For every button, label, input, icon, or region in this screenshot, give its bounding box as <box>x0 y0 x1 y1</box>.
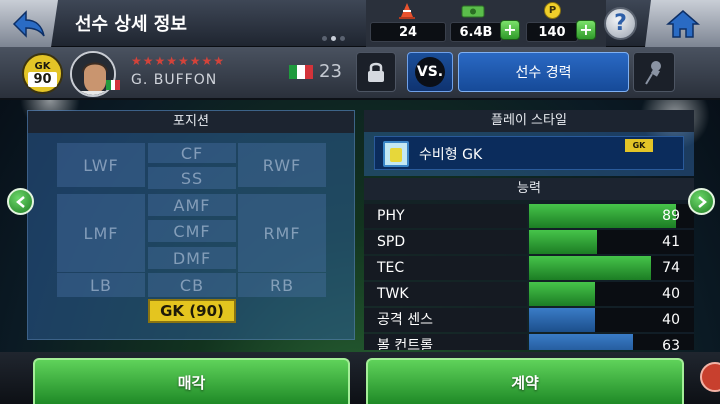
stat-row: TEC 74 <box>364 256 694 280</box>
next-player-button[interactable] <box>688 188 715 215</box>
stat-bar-fill <box>529 256 651 280</box>
career-button[interactable]: 선수 경력 <box>458 52 629 92</box>
stat-bar-fill <box>529 230 597 254</box>
stat-row: PHY 89 <box>364 204 694 228</box>
stat-value: 63 <box>662 338 680 350</box>
lock-icon <box>368 62 384 82</box>
position-ss[interactable]: SS <box>148 167 236 189</box>
stat-bar-fill <box>529 334 633 350</box>
points-count: 140 <box>526 22 578 42</box>
cone-count: 24 <box>370 22 446 42</box>
stat-value: 74 <box>662 260 680 276</box>
resource-panel: 24 6.4B + P 140 + <box>366 0 606 47</box>
position-lb[interactable]: LB <box>57 273 145 297</box>
position-rwf[interactable]: RWF <box>238 143 326 187</box>
playstyle-name: 수비형 GK <box>419 147 483 163</box>
gp-count: 6.4B <box>450 22 502 42</box>
back-arrow-icon <box>12 9 45 38</box>
position-cmf[interactable]: CMF <box>148 220 236 242</box>
position-dmf[interactable]: DMF <box>148 247 236 269</box>
stat-row: TWK 40 <box>364 282 694 306</box>
add-points-button[interactable]: + <box>576 20 596 40</box>
avatar[interactable] <box>70 51 116 97</box>
stat-bar-fill <box>529 204 676 228</box>
stat-row: 공격 센스 40 <box>364 308 694 332</box>
stat-value: 89 <box>662 208 680 224</box>
chevron-left-icon <box>15 195 25 208</box>
italy-flag-icon <box>106 80 120 90</box>
money-icon <box>461 5 485 18</box>
pin-icon <box>645 61 661 85</box>
page-dot <box>340 36 345 41</box>
position-panel: 포지션 LWF CF RWF SS AMF LMF CMF RMF DMF LB… <box>27 110 355 340</box>
playstyle-badge: GK <box>625 139 653 152</box>
stat-bar-track: 63 <box>529 334 694 350</box>
lock-button[interactable] <box>356 52 396 92</box>
page-dot <box>322 36 327 41</box>
stat-value: 40 <box>662 286 680 302</box>
player-name: G. BUFFON <box>131 72 218 88</box>
top-bar: 선수 상세 정보 24 6.4B + P 140 + ? <box>0 0 720 47</box>
add-gp-button[interactable]: + <box>500 20 520 40</box>
coin-icon: P <box>544 2 561 19</box>
stat-name: PHY <box>364 204 527 228</box>
stat-bar-track: 40 <box>529 282 694 306</box>
vs-label: VS. <box>415 57 445 87</box>
stat-bar-track: 74 <box>529 256 694 280</box>
page-indicator <box>322 36 345 41</box>
rating-label: 90 <box>28 71 57 87</box>
vs-button[interactable]: VS. <box>407 52 453 92</box>
stat-bar-track: 89 <box>529 204 694 228</box>
pin-button[interactable] <box>633 52 675 92</box>
player-stars: ★★★★★★★★ <box>131 54 226 68</box>
stat-value: 40 <box>662 312 680 328</box>
help-button[interactable]: ? <box>604 7 637 40</box>
stat-bar-track: 41 <box>529 230 694 254</box>
cone-icon <box>399 3 415 19</box>
position-gk-active[interactable]: GK (90) <box>148 299 236 323</box>
stat-bar-fill <box>529 282 595 306</box>
position-label: GK <box>34 60 51 72</box>
stat-row: SPD 41 <box>364 230 694 254</box>
prev-player-button[interactable] <box>7 188 34 215</box>
playstyle-card-icon <box>383 141 409 167</box>
stat-name: 볼 컨트롤 <box>364 334 527 350</box>
ability-panel[interactable]: 능력 PHY 89 SPD 41 TEC 74 TWK 40 공격 센스 40 볼 컨트롤 63 <box>364 178 694 350</box>
player-number: 23 <box>319 61 342 82</box>
back-button[interactable] <box>0 0 58 47</box>
position-cb[interactable]: CB <box>148 273 236 297</box>
position-rb[interactable]: RB <box>238 273 326 297</box>
position-cf[interactable]: CF <box>148 143 236 163</box>
stat-row: 볼 컨트롤 63 <box>364 334 694 350</box>
position-lmf[interactable]: LMF <box>57 194 145 272</box>
playstyle-row[interactable]: 수비형 GK GK <box>374 136 684 170</box>
playstyle-panel: 플레이 스타일 수비형 GK GK <box>364 110 694 176</box>
position-panel-title: 포지션 <box>28 111 354 133</box>
position-lwf[interactable]: LWF <box>57 143 145 187</box>
stat-bar-track: 40 <box>529 308 694 332</box>
stat-name: 공격 센스 <box>364 308 527 332</box>
page-title: 선수 상세 정보 <box>75 14 187 35</box>
ability-title: 능력 <box>364 178 694 200</box>
position-amf[interactable]: AMF <box>148 194 236 216</box>
stat-name: TEC <box>364 256 527 280</box>
stat-name: SPD <box>364 230 527 254</box>
contract-button[interactable]: 계약 <box>366 358 684 404</box>
position-badge: GK 90 <box>22 53 63 94</box>
sell-button[interactable]: 매각 <box>33 358 350 404</box>
playstyle-title: 플레이 스타일 <box>364 110 694 132</box>
stat-name: TWK <box>364 282 527 306</box>
page-dot-active <box>331 36 336 41</box>
chevron-right-icon <box>697 195 707 208</box>
stat-value: 41 <box>662 234 680 250</box>
nationality-flag-icon <box>289 65 313 79</box>
stat-bar-fill <box>529 308 595 332</box>
home-icon <box>665 9 700 38</box>
home-button[interactable] <box>645 0 720 47</box>
position-rmf[interactable]: RMF <box>238 194 326 272</box>
